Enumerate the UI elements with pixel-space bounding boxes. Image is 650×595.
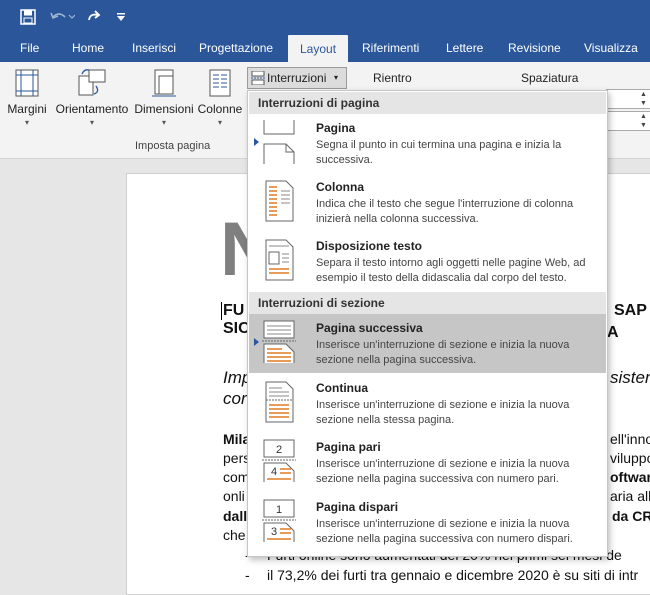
margini-button[interactable]: Margini ▾ (6, 66, 48, 136)
breaks-icon (251, 70, 265, 91)
chevron-down-icon: ▾ (334, 73, 339, 82)
imposta-pagina-group-label: Imposta pagina (135, 140, 211, 152)
even-page-number: 4 (271, 466, 277, 478)
spin-down-icon[interactable]: ▼ (637, 121, 650, 130)
indicator-arrow-icon (254, 338, 259, 346)
size-icon (150, 68, 178, 98)
even-page-section-break-icon: 2 4 (262, 439, 296, 482)
spacing-before-field[interactable]: ▲ ▼ (606, 89, 650, 109)
heading-line2-left: SIC (223, 320, 250, 337)
menu-item-title: Pagina successiva (316, 321, 423, 335)
body-line-left: che (223, 527, 246, 543)
ribbon-tabs: File Home Inserisci Progettazione Layout… (0, 34, 650, 62)
menu-item-desc: Inserisce un'interruzione di sezione e i… (316, 339, 570, 366)
bullet-dash: - (245, 567, 250, 583)
subtitle-line1-right: sistem (610, 368, 650, 387)
chevron-down-icon: ▾ (24, 118, 29, 127)
section-header-page-breaks: Interruzioni di pagina (249, 92, 606, 114)
section-header-section-breaks: Interruzioni di sezione (249, 292, 606, 314)
tab-revisione[interactable]: Revisione (508, 34, 561, 62)
tab-visualizza[interactable]: Visualizza (584, 34, 638, 62)
indicator-arrow-icon (254, 138, 259, 146)
continuous-section-break-icon (265, 381, 294, 423)
colonne-label: Colonne (197, 102, 243, 116)
menu-item-title: Continua (316, 381, 368, 395)
menu-item-desc: Indica che il testo che segue l'interruz… (316, 198, 574, 225)
heading-line2-right: A (607, 324, 619, 341)
column-break-icon (265, 180, 294, 222)
tab-progettazione[interactable]: Progettazione (199, 34, 273, 62)
rientro-label: Rientro (373, 71, 412, 85)
next-page-section-break-icon (262, 320, 296, 363)
margini-label: Margini (7, 102, 47, 116)
text-cursor (221, 302, 222, 320)
menu-item-continua[interactable]: Continua Inserisce un'interruzione di se… (249, 374, 606, 433)
menu-item-pagina-pari[interactable]: 2 4 Pagina pari Inserisce un'interruzion… (249, 433, 606, 492)
menu-item-desc: Inserisce un'interruzione di sezione e i… (316, 458, 570, 485)
undo-icon[interactable] (48, 6, 76, 28)
menu-item-title: Pagina pari (316, 440, 381, 454)
title-bar (0, 0, 650, 34)
odd-page-number: 1 (276, 504, 282, 516)
page-break-icon (263, 120, 295, 164)
body-line-right: viluppo (610, 450, 650, 466)
dimensioni-button[interactable]: Dimensioni ▾ (133, 66, 195, 136)
menu-item-pagina-successiva[interactable]: Pagina successiva Inserisce un'interruzi… (249, 314, 606, 373)
tab-layout[interactable]: Layout (288, 35, 349, 62)
orientamento-button[interactable]: Orientamento ▾ (54, 66, 130, 136)
orientamento-label: Orientamento (55, 102, 129, 116)
menu-item-title: Pagina (316, 121, 356, 135)
heading-line1-right: SAP (614, 302, 647, 319)
dimensioni-label: Dimensioni (134, 102, 194, 116)
odd-page-section-break-icon: 1 3 (262, 499, 296, 542)
even-page-number: 2 (276, 444, 282, 456)
bullet-text: il 73,2% dei furti tra gennaio e dicembr… (267, 567, 639, 583)
customize-icon[interactable] (114, 6, 128, 28)
menu-item-disposizione-testo[interactable]: Disposizione testo Separa il testo intor… (249, 232, 606, 291)
chevron-down-icon: ▾ (161, 118, 166, 127)
body-line-right: aria all (610, 488, 650, 504)
spin-down-icon[interactable]: ▼ (637, 99, 650, 108)
menu-item-colonna[interactable]: Colonna Indica che il testo che segue l'… (249, 173, 606, 232)
menu-item-title: Disposizione testo (316, 239, 423, 253)
chevron-down-icon: ▾ (217, 118, 222, 127)
columns-icon (206, 68, 234, 98)
body-line-left: onli (223, 488, 245, 504)
odd-page-number: 3 (271, 526, 277, 538)
chevron-down-icon: ▾ (89, 118, 94, 127)
interruzioni-label: Interruzioni (267, 71, 327, 85)
tab-home[interactable]: Home (72, 34, 104, 62)
tab-file[interactable]: File (20, 34, 39, 62)
menu-item-pagina-dispari[interactable]: 1 3 Pagina dispari Inserisce un'interruz… (249, 493, 606, 552)
spin-up-icon[interactable]: ▲ (637, 90, 650, 99)
save-icon[interactable] (17, 6, 39, 28)
body-line-left: dall (223, 508, 248, 524)
spin-up-icon[interactable]: ▲ (637, 112, 650, 121)
redo-icon[interactable] (84, 6, 104, 28)
body-line-right: da CR (612, 508, 650, 524)
menu-item-desc: Separa il testo intorno agli oggetti nel… (316, 257, 586, 284)
menu-item-title: Colonna (316, 180, 364, 194)
interruzioni-button[interactable]: Interruzioni ▾ (247, 67, 347, 89)
colonne-button[interactable]: Colonne ▾ (196, 66, 244, 136)
margins-icon (13, 68, 41, 98)
spaziatura-label: Spaziatura (521, 71, 579, 85)
body-line-right: oftware (610, 469, 650, 485)
spacing-after-field[interactable]: ▲ ▼ (606, 111, 650, 131)
text-wrapping-break-icon (265, 239, 294, 281)
heading-line1-left: FU (223, 302, 245, 319)
tab-inserisci[interactable]: Inserisci (132, 34, 176, 62)
tab-riferimenti[interactable]: Riferimenti (362, 34, 419, 62)
menu-item-desc: Inserisce un'interruzione di sezione e i… (316, 518, 573, 545)
body-line-left: com (223, 469, 250, 485)
orientation-icon (76, 68, 108, 98)
body-line-right: ell'inno (610, 431, 650, 447)
menu-item-desc: Segna il punto in cui termina una pagina… (316, 139, 562, 166)
tab-lettere[interactable]: Lettere (446, 34, 483, 62)
interruzioni-dropdown-menu: Interruzioni di pagina Pagina Segna il p… (247, 90, 608, 557)
menu-item-title: Pagina dispari (316, 500, 399, 514)
menu-item-desc: Inserisce un'interruzione di sezione e i… (316, 399, 570, 426)
subtitle-line2-left: cor (223, 389, 247, 408)
menu-item-pagina[interactable]: Pagina Segna il punto in cui termina una… (249, 114, 606, 173)
